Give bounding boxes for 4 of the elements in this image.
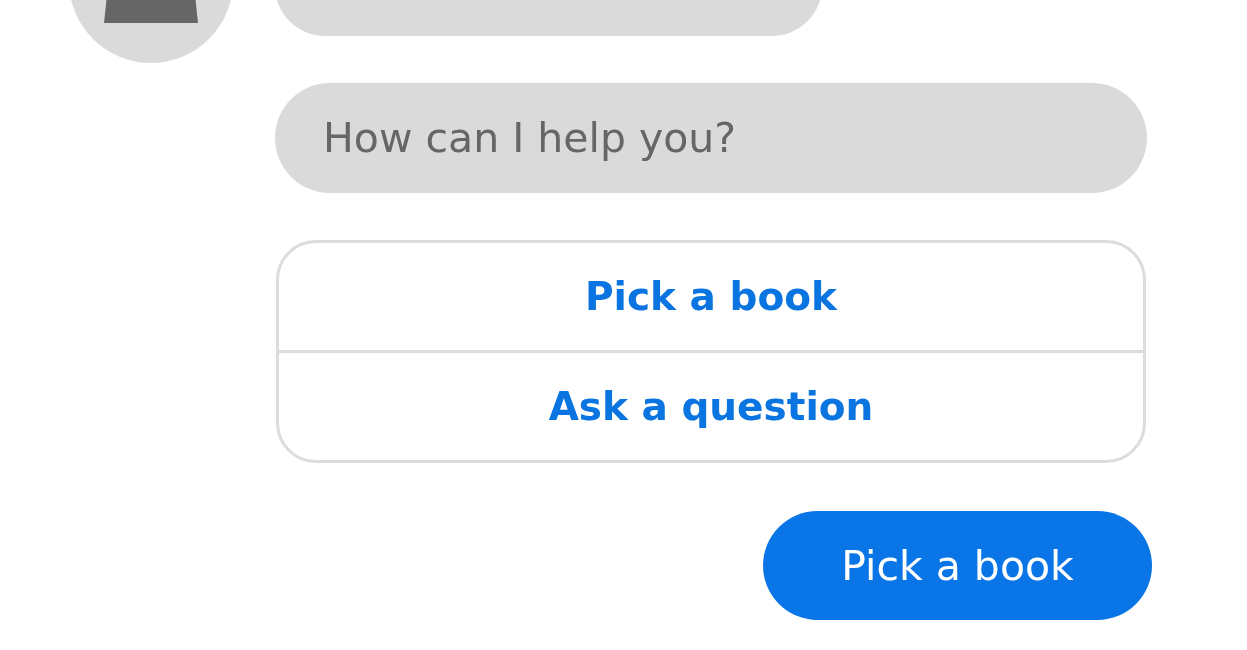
reply-option-button[interactable]: Pick a book <box>279 243 1143 350</box>
reply-option-button[interactable]: Ask a question <box>279 353 1143 460</box>
message-bubble: Pick a book <box>763 511 1152 620</box>
message-bubble: How can I help you? <box>275 83 1147 193</box>
